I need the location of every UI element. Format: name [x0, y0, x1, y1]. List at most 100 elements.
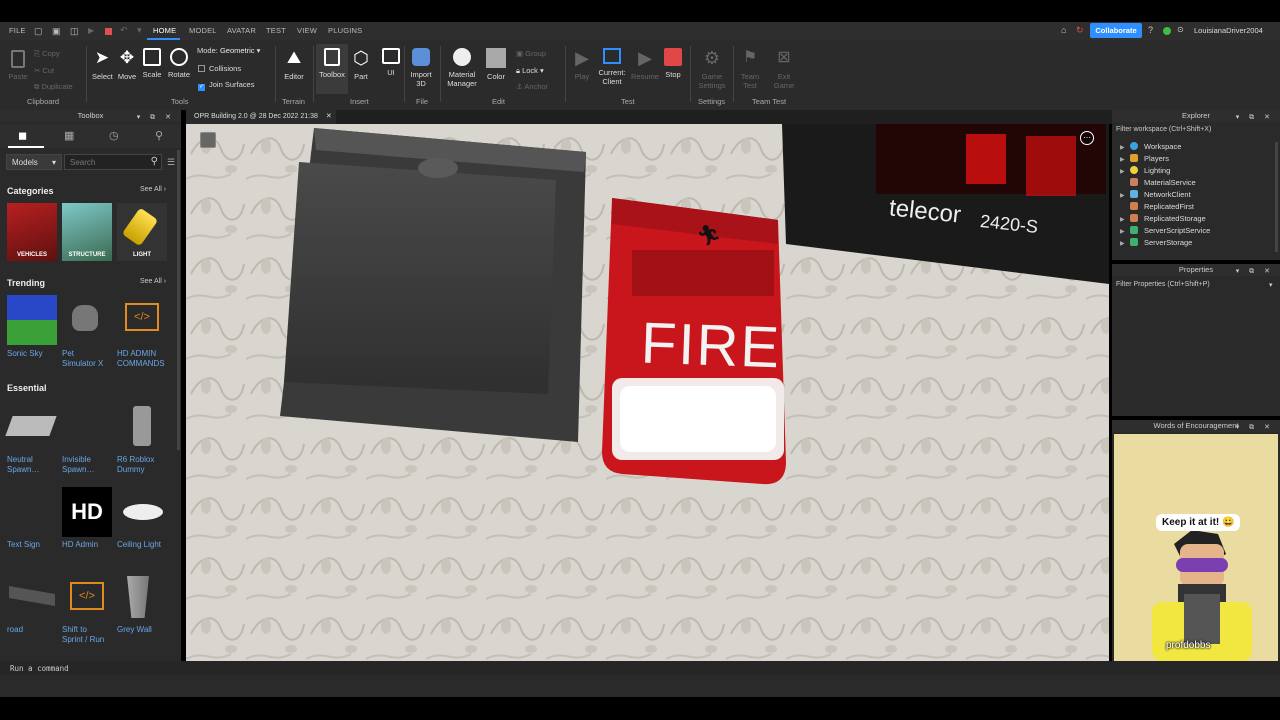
share-icon[interactable]: ⌂ — [1061, 25, 1066, 35]
explorer-item-lighting[interactable]: ▶ Lighting — [1120, 166, 1170, 175]
trending-item-thumb[interactable] — [62, 295, 112, 345]
group-button[interactable]: ▣ Group — [516, 46, 548, 63]
panel-controls-icon[interactable]: ▾ ⧉ ✕ — [137, 112, 175, 124]
redo-icon[interactable]: ▾ — [137, 25, 142, 36]
help-icon[interactable]: ? — [1148, 25, 1153, 35]
explorer-item-serverscriptservice[interactable]: ▶ ServerScriptService — [1120, 226, 1210, 235]
essential-item-thumb[interactable] — [5, 402, 57, 452]
trending-item-label[interactable]: Sonic Sky — [7, 349, 67, 359]
recent-tab-icon[interactable]: ◷ — [109, 129, 119, 142]
undo-icon[interactable]: ↶ — [120, 25, 128, 36]
properties-filter-input[interactable]: Filter Properties (Ctrl+Shift+P) — [1116, 281, 1210, 288]
notifications-icon[interactable]: ↻ — [1076, 25, 1084, 36]
save-icon[interactable]: ▣ — [52, 26, 61, 37]
exit-game-button[interactable]: ⊠ Exit Game — [772, 48, 796, 90]
view-selector-icon[interactable] — [200, 132, 216, 148]
menu-plugins[interactable]: PLUGINS — [328, 26, 362, 35]
new-file-icon[interactable]: ▢ — [34, 26, 43, 37]
ui-button[interactable]: UI — [381, 48, 401, 77]
category-dropdown[interactable]: Models ▾ — [6, 154, 62, 170]
explorer-filter-input[interactable]: Filter workspace (Ctrl+Shift+X) — [1116, 126, 1211, 133]
import-3d-button[interactable]: Import 3D — [407, 48, 435, 88]
essential-item-label[interactable]: road — [7, 625, 67, 635]
avatar-icon[interactable]: ⊙ — [1177, 25, 1184, 34]
essential-item-label[interactable]: Shift to Sprint / Run — [62, 625, 122, 645]
explorer-item-serverstorage[interactable]: ▶ ServerStorage — [1120, 238, 1192, 247]
panel-controls-icon[interactable]: ▾ ⧉ ✕ — [1236, 266, 1274, 278]
trending-item-label[interactable]: Pet Simulator X — [62, 349, 122, 369]
explorer-item-replicatedstorage[interactable]: ▶ ReplicatedStorage — [1120, 214, 1206, 223]
essential-item-label[interactable]: HD Admin — [62, 540, 122, 550]
lock-button[interactable]: 🔒︎ Lock ▾ — [516, 63, 548, 80]
filter-icon[interactable]: ☰ — [167, 157, 175, 168]
play-small-icon[interactable]: ▶ — [88, 26, 94, 35]
marketplace-tab-icon[interactable]: ◼ — [18, 129, 27, 142]
color-button[interactable]: Color — [484, 48, 508, 81]
rotate-button[interactable]: Rotate — [167, 48, 191, 79]
select-button[interactable]: ➤ Select — [92, 48, 113, 81]
essential-item-thumb[interactable] — [117, 572, 167, 622]
category-structure[interactable]: STRUCTURE — [62, 203, 112, 261]
material-manager-button[interactable]: Material Manager — [444, 48, 480, 88]
search-input[interactable]: Search ⚲ — [64, 154, 162, 170]
trending-item-thumb[interactable] — [7, 295, 57, 345]
menu-view[interactable]: VIEW — [297, 26, 317, 35]
explorer-item-players[interactable]: ▶ Players — [1120, 154, 1169, 163]
trending-item-thumb[interactable]: </> — [117, 295, 167, 345]
current-client-button[interactable]: Current: Client — [597, 48, 627, 86]
mode-select[interactable]: Mode: Geometric ▾ — [197, 46, 260, 55]
explorer-item-networkclient[interactable]: ▶ NetworkClient — [1120, 190, 1191, 199]
essential-item-label[interactable]: Grey Wall — [117, 625, 177, 635]
panel-controls-icon[interactable]: ▾ ⧉ ✕ — [1236, 422, 1274, 434]
username[interactable]: LouisianaDriver2004 — [1194, 26, 1263, 35]
move-button[interactable]: ✥ Move — [116, 48, 138, 81]
trending-item-label[interactable]: HD ADMIN COMMANDS — [117, 349, 177, 369]
category-vehicles[interactable]: VEHICLES — [7, 203, 57, 261]
collisions-toggle[interactable]: Collisions — [198, 64, 241, 73]
join-surfaces-toggle[interactable]: ✓ Join Surfaces — [198, 80, 254, 91]
terrain-editor-button[interactable]: ⛰ Editor — [282, 48, 306, 81]
trending-see-all[interactable]: See All › — [140, 278, 166, 285]
scale-button[interactable]: Scale — [142, 48, 162, 79]
cut-button[interactable]: ✂ Cut — [34, 63, 73, 80]
copy-button[interactable]: ⎘ Copy — [34, 46, 73, 63]
categories-see-all[interactable]: See All › — [140, 186, 166, 193]
menu-test[interactable]: TEST — [266, 26, 286, 35]
stop-small-icon[interactable] — [105, 28, 112, 35]
essential-item-label[interactable]: Text Sign — [7, 540, 67, 550]
scrollbar[interactable] — [177, 150, 180, 450]
essential-item-thumb[interactable]: </> — [62, 572, 112, 622]
explorer-item-replicatedfirst[interactable]: ReplicatedFirst — [1120, 202, 1194, 211]
screenshot-icon[interactable]: ◫ — [70, 26, 79, 37]
document-tab[interactable]: OPR Building 2.0 @ 28 Dec 2022 21:38 ✕ — [186, 110, 336, 124]
more-options-icon[interactable]: ⋯ — [1080, 131, 1094, 145]
explorer-item-materialservice[interactable]: MaterialService — [1120, 178, 1196, 187]
menu-model[interactable]: MODEL — [189, 26, 217, 35]
essential-item-label[interactable]: R6 Roblox Dummy — [117, 455, 177, 475]
part-button[interactable]: ⬡ Part — [351, 48, 371, 81]
close-icon[interactable]: ✕ — [326, 113, 332, 120]
menu-file[interactable]: FILE — [9, 26, 26, 35]
stop-button[interactable]: Stop — [663, 48, 683, 79]
creations-tab-icon[interactable]: ⚲ — [155, 129, 163, 142]
essential-item-thumb[interactable] — [117, 402, 167, 452]
menu-avatar[interactable]: AVATAR — [227, 26, 256, 35]
menu-home[interactable]: HOME — [153, 26, 176, 35]
command-bar[interactable]: Run a command — [0, 661, 1280, 675]
paste-button[interactable]: Paste — [8, 50, 28, 81]
anchor-button[interactable]: ⚓︎ Anchor — [516, 79, 548, 96]
duplicate-button[interactable]: ⧉ Duplicate — [34, 79, 73, 96]
essential-item-label[interactable]: Invisible Spawn… — [62, 455, 122, 475]
toolbox-button[interactable]: Toolbox — [318, 48, 346, 79]
game-settings-button[interactable]: ⚙ Game Settings — [698, 48, 726, 90]
essential-item-thumb[interactable] — [7, 572, 57, 622]
search-icon[interactable]: ⚲ — [151, 156, 158, 167]
explorer-item-workspace[interactable]: ▶ Workspace — [1120, 142, 1181, 151]
team-test-button[interactable]: ⚑ Team Test — [738, 48, 762, 90]
essential-item-label[interactable]: Neutral Spawn… — [7, 455, 67, 475]
essential-item-label[interactable]: Ceiling Light — [117, 540, 177, 550]
panel-controls-icon[interactable]: ▾ ⧉ ✕ — [1236, 112, 1274, 124]
resume-button[interactable]: ▶ Resume — [631, 48, 659, 81]
chevron-down-icon[interactable]: ▾ — [1269, 281, 1273, 289]
inventory-tab-icon[interactable]: ▦ — [64, 129, 74, 142]
